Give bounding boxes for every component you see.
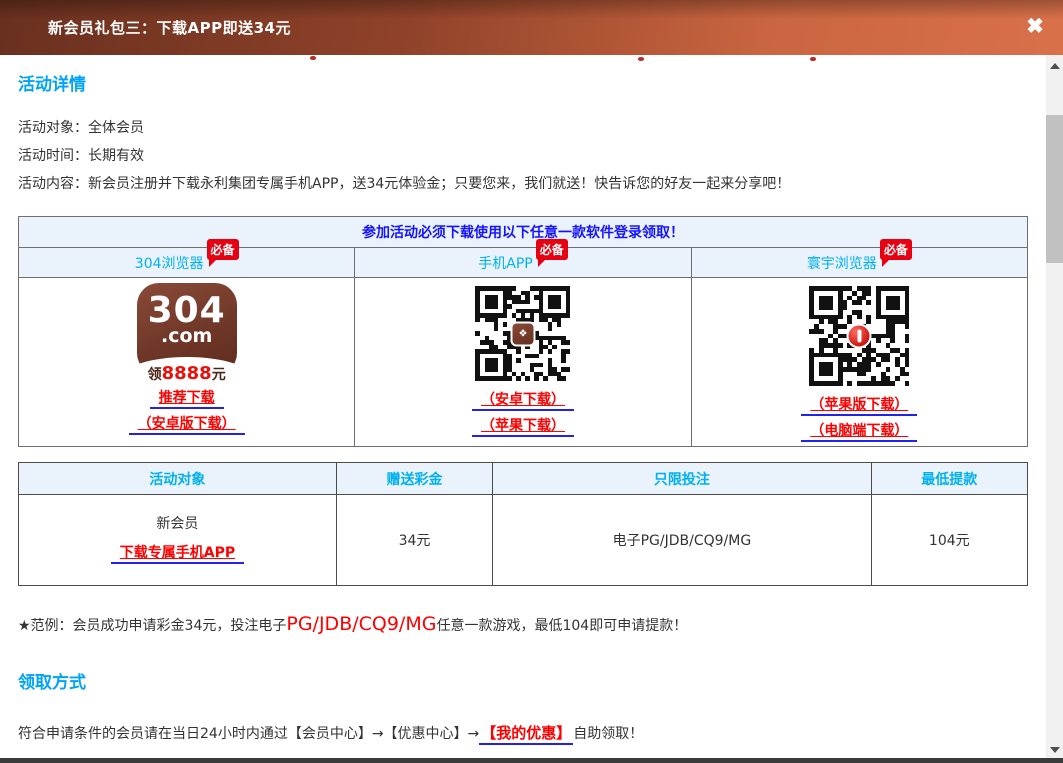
software-col-header-huanyu: 寰宇浏览器必备 bbox=[691, 248, 1027, 278]
claim-prefix: 符合申请条件的会员请在当日24小时内通过【会员中心】→【优惠中心】→ bbox=[18, 726, 479, 742]
example-suffix: 任意一款游戏，最低104即可申请提款！ bbox=[436, 618, 687, 634]
claim-instructions: 符合申请条件的会员请在当日24小时内通过【会员中心】→【优惠中心】→【我的优惠】… bbox=[18, 722, 1028, 743]
scrollbar-down-arrow-icon[interactable] bbox=[1050, 747, 1060, 753]
required-badge: 必备 bbox=[536, 239, 568, 260]
software-col-name: 寰宇浏览器 bbox=[807, 256, 877, 272]
bonus-col-header-withdraw: 最低提款 bbox=[871, 463, 1027, 495]
section-title-details: 活动详情 bbox=[18, 70, 1028, 95]
claim-prefix: 领 bbox=[148, 367, 162, 383]
bottom-border bbox=[0, 758, 1063, 763]
bonus-col-header-bet: 只限投注 bbox=[493, 463, 871, 495]
software-col-name: 手机APP bbox=[478, 256, 532, 272]
my-offers-link[interactable]: 【我的优惠】 bbox=[479, 724, 573, 745]
software-table-title: 参加活动必须下载使用以下任意一款软件登录领取！ bbox=[19, 217, 1028, 248]
bonus-cell-target: 新会员 下载专属手机APP bbox=[19, 495, 337, 586]
claim-suffix: 元 bbox=[212, 367, 226, 383]
promo-header-bar: 新会员礼包三：下载APP即送34元 ✖ bbox=[0, 0, 1063, 55]
download-link-desktop[interactable]: （电脑端下载） bbox=[801, 423, 917, 442]
software-cell-huanyu: （苹果版下载） （电脑端下载） bbox=[691, 278, 1027, 447]
required-badge: 必备 bbox=[207, 239, 239, 260]
download-link-ios[interactable]: （苹果下载） bbox=[472, 418, 574, 437]
section-title-claim: 领取方式 bbox=[18, 668, 1028, 693]
download-link-android-version[interactable]: （安卓版下载） bbox=[129, 416, 245, 435]
software-download-table: 参加活动必须下载使用以下任意一款软件登录领取！ 304浏览器必备 手机APP必备… bbox=[18, 216, 1028, 447]
download-link-android[interactable]: （安卓下载） bbox=[472, 392, 574, 411]
info-line-content: 活动内容：新会员注册并下载永利集团专属手机APP，送34元体验金；只要您来，我们… bbox=[18, 176, 1028, 192]
scrollbar-thumb[interactable] bbox=[1046, 115, 1063, 263]
software-cell-app: （安卓下载） （苹果下载） bbox=[355, 278, 691, 447]
download-app-link[interactable]: 下载专属手机APP bbox=[111, 545, 244, 564]
bonus-cell-min-withdraw: 104元 bbox=[871, 495, 1027, 586]
target-member-label: 新会员 bbox=[19, 513, 336, 533]
scrollbar-up-arrow-icon[interactable] bbox=[1050, 63, 1060, 69]
bonus-cell-amount: 34元 bbox=[336, 495, 492, 586]
software-cell-304: 304 .com 领8888元 推荐下载 （安卓版下载） bbox=[19, 278, 355, 447]
example-note: ★范例：会员成功申请彩金34元，投注电子PG/JDB/CQ9/MG任意一款游戏，… bbox=[18, 613, 1028, 635]
claim-amount: 8888 bbox=[162, 363, 212, 383]
example-prefix: ★范例：会员成功申请彩金34元，投注电子 bbox=[18, 618, 286, 634]
info-line-target: 活动对象：全体会员 bbox=[18, 120, 1028, 136]
promo-content: 活动详情 活动对象：全体会员 活动时间：长期有效 活动内容：新会员注册并下载永利… bbox=[18, 55, 1028, 763]
required-badge: 必备 bbox=[880, 239, 912, 260]
304-logo-claim: 领8888元 bbox=[134, 366, 240, 383]
bonus-col-header-bonus: 赠送彩金 bbox=[336, 463, 492, 495]
software-col-header-app: 手机APP必备 bbox=[355, 248, 691, 278]
software-col-name: 304浏览器 bbox=[135, 256, 204, 272]
download-link-ios-version[interactable]: （苹果版下载） bbox=[801, 397, 917, 416]
info-line-time: 活动时间：长期有效 bbox=[18, 148, 1028, 164]
download-link-recommended[interactable]: 推荐下载 bbox=[150, 390, 224, 409]
example-games-highlight: PG/JDB/CQ9/MG bbox=[286, 613, 436, 635]
bonus-rules-table: 活动对象 赠送彩金 只限投注 最低提款 新会员 下载专属手机APP 34元 电子… bbox=[18, 462, 1028, 586]
qr-code-mobile-app bbox=[475, 286, 570, 381]
close-icon[interactable]: ✖ bbox=[1021, 13, 1049, 41]
software-col-header-304: 304浏览器必备 bbox=[19, 248, 355, 278]
304-app-logo: 304 .com 领8888元 bbox=[134, 283, 240, 383]
bonus-col-header-target: 活动对象 bbox=[19, 463, 337, 495]
claim-suffix: 自助领取！ bbox=[573, 726, 643, 742]
qr-center-browser-icon bbox=[847, 324, 872, 349]
bonus-cell-bet-limit: 电子PG/JDB/CQ9/MG bbox=[493, 495, 871, 586]
qr-code-huanyu-browser bbox=[809, 286, 909, 386]
scrollbar[interactable] bbox=[1046, 55, 1063, 763]
qr-center-app-icon bbox=[510, 321, 535, 346]
promo-modal: 新会员礼包三：下载APP即送34元 ✖ 活动详情 活动对象：全体会员 活动时间：… bbox=[0, 0, 1063, 763]
promo-title: 新会员礼包三：下载APP即送34元 bbox=[48, 17, 291, 38]
